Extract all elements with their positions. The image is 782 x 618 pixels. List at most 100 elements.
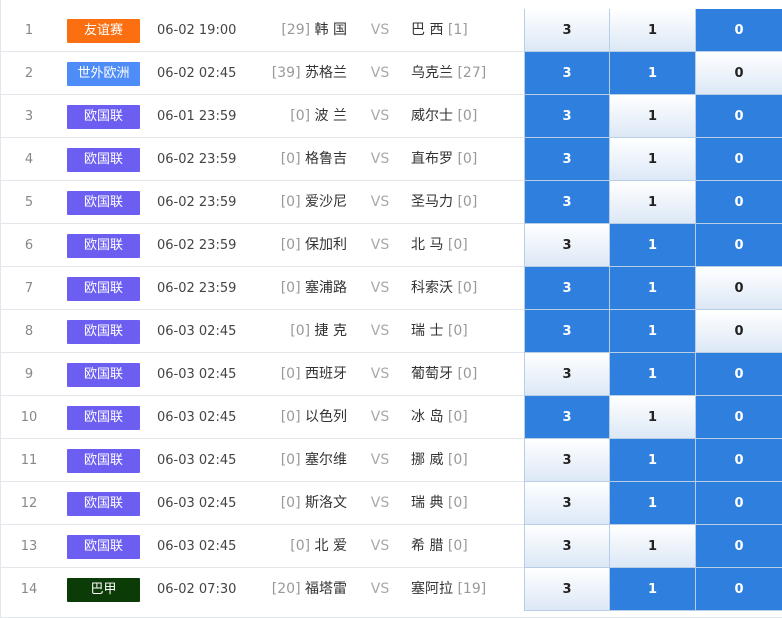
- away-team[interactable]: 北 马 [0]: [411, 224, 521, 267]
- away-team[interactable]: 圣马力 [0]: [411, 181, 521, 224]
- odds-draw-button[interactable]: 1: [610, 52, 696, 95]
- odds-win-button[interactable]: 3: [524, 310, 610, 353]
- odds-draw-button[interactable]: 1: [610, 568, 696, 611]
- match-number: 12: [20, 496, 38, 511]
- away-team[interactable]: 巴 西 [1]: [411, 9, 521, 52]
- odds-draw-button[interactable]: 1: [610, 525, 696, 568]
- home-team[interactable]: [0] 以色列: [251, 396, 347, 439]
- match-number: 8: [24, 324, 34, 339]
- odds-win-button[interactable]: 3: [524, 439, 610, 482]
- home-team[interactable]: [0] 波 兰: [251, 95, 347, 138]
- league-badge[interactable]: 欧国联: [67, 492, 140, 516]
- league-badge[interactable]: 友谊赛: [67, 19, 140, 43]
- odds-draw-button[interactable]: 1: [610, 310, 696, 353]
- home-team-name: 塞尔维: [305, 452, 347, 468]
- odds-win-button[interactable]: 3: [524, 52, 610, 95]
- odds-loss-button[interactable]: 0: [696, 482, 782, 525]
- away-team[interactable]: 直布罗 [0]: [411, 138, 521, 181]
- odds-win-button[interactable]: 3: [524, 95, 610, 138]
- odds-win-button[interactable]: 3: [524, 181, 610, 224]
- odds-draw-button[interactable]: 1: [610, 353, 696, 396]
- odds-draw-button[interactable]: 1: [610, 267, 696, 310]
- home-team[interactable]: [0] 斯洛文: [251, 482, 347, 525]
- match-time: 06-02 02:45: [157, 66, 237, 81]
- home-team[interactable]: [0] 塞尔维: [251, 439, 347, 482]
- home-team-name: 韩 国: [314, 22, 347, 38]
- home-team[interactable]: [0] 保加利: [251, 224, 347, 267]
- away-team[interactable]: 挪 威 [0]: [411, 439, 521, 482]
- odds-loss-button[interactable]: 0: [696, 95, 782, 138]
- odds-draw-button[interactable]: 1: [610, 482, 696, 525]
- odds-draw-button[interactable]: 1: [610, 439, 696, 482]
- away-team-name: 威尔士: [411, 108, 453, 124]
- odds-win-button[interactable]: 3: [524, 267, 610, 310]
- odds-draw-button[interactable]: 1: [610, 396, 696, 439]
- league-badge[interactable]: 世外欧洲: [67, 62, 140, 86]
- home-team[interactable]: [0] 北 爱: [251, 525, 347, 568]
- odds-win-button[interactable]: 3: [524, 9, 610, 52]
- league-badge[interactable]: 巴甲: [67, 578, 140, 602]
- odds-win-button[interactable]: 3: [524, 138, 610, 181]
- odds-loss-button[interactable]: 0: [696, 9, 782, 52]
- odds-loss-button[interactable]: 0: [696, 396, 782, 439]
- away-team[interactable]: 威尔士 [0]: [411, 95, 521, 138]
- odds-draw-button[interactable]: 1: [610, 224, 696, 267]
- odds-loss-button[interactable]: 0: [696, 224, 782, 267]
- home-rank: [0]: [280, 280, 301, 296]
- away-team[interactable]: 冰 岛 [0]: [411, 396, 521, 439]
- home-team[interactable]: [0] 捷 克: [251, 310, 347, 353]
- away-team[interactable]: 希 腊 [0]: [411, 525, 521, 568]
- match-number: 10: [20, 410, 38, 425]
- away-rank: [0]: [447, 409, 468, 425]
- odds-loss-button[interactable]: 0: [696, 439, 782, 482]
- league-badge[interactable]: 欧国联: [67, 535, 140, 559]
- league-badge[interactable]: 欧国联: [67, 191, 140, 215]
- odds-win-button[interactable]: 3: [524, 396, 610, 439]
- odds-win-button[interactable]: 3: [524, 568, 610, 611]
- away-team-name: 挪 威: [411, 452, 444, 468]
- home-team[interactable]: [0] 西班牙: [251, 353, 347, 396]
- away-team[interactable]: 葡萄牙 [0]: [411, 353, 521, 396]
- away-team[interactable]: 瑞 士 [0]: [411, 310, 521, 353]
- away-team-name: 塞阿拉: [411, 581, 453, 597]
- odds-loss-button[interactable]: 0: [696, 52, 782, 95]
- odds-loss-button[interactable]: 0: [696, 181, 782, 224]
- league-badge[interactable]: 欧国联: [67, 406, 140, 430]
- home-team[interactable]: [20] 福塔雷: [251, 568, 347, 611]
- odds-win-button[interactable]: 3: [524, 482, 610, 525]
- home-team[interactable]: [39] 苏格兰: [251, 52, 347, 95]
- odds-loss-button[interactable]: 0: [696, 138, 782, 181]
- league-badge[interactable]: 欧国联: [67, 363, 140, 387]
- odds-win-button[interactable]: 3: [524, 224, 610, 267]
- odds-draw-button[interactable]: 1: [610, 95, 696, 138]
- odds-draw-button[interactable]: 1: [610, 181, 696, 224]
- away-rank: [0]: [457, 108, 478, 124]
- league-badge[interactable]: 欧国联: [67, 148, 140, 172]
- league-badge[interactable]: 欧国联: [67, 105, 140, 129]
- away-rank: [27]: [457, 65, 487, 81]
- home-team[interactable]: [29] 韩 国: [251, 9, 347, 52]
- vs-label: VS: [370, 108, 390, 124]
- vs-label: VS: [370, 237, 390, 253]
- odds-loss-button[interactable]: 0: [696, 568, 782, 611]
- home-team[interactable]: [0] 格鲁吉: [251, 138, 347, 181]
- league-badge[interactable]: 欧国联: [67, 234, 140, 258]
- odds-draw-button[interactable]: 1: [610, 138, 696, 181]
- away-team[interactable]: 瑞 典 [0]: [411, 482, 521, 525]
- home-team[interactable]: [0] 爱沙尼: [251, 181, 347, 224]
- odds-win-button[interactable]: 3: [524, 353, 610, 396]
- odds-loss-button[interactable]: 0: [696, 525, 782, 568]
- match-table: 1 友谊赛 06-02 19:00 [29] 韩 国 VS 巴 西 [1] 3 1 0 2 世外欧洲…: [0, 0, 782, 618]
- away-team[interactable]: 乌克兰 [27]: [411, 52, 521, 95]
- away-team[interactable]: 科索沃 [0]: [411, 267, 521, 310]
- home-team[interactable]: [0] 塞浦路: [251, 267, 347, 310]
- away-team[interactable]: 塞阿拉 [19]: [411, 568, 521, 611]
- odds-loss-button[interactable]: 0: [696, 353, 782, 396]
- odds-loss-button[interactable]: 0: [696, 310, 782, 353]
- league-badge[interactable]: 欧国联: [67, 449, 140, 473]
- odds-win-button[interactable]: 3: [524, 525, 610, 568]
- league-badge[interactable]: 欧国联: [67, 277, 140, 301]
- league-badge[interactable]: 欧国联: [67, 320, 140, 344]
- odds-loss-button[interactable]: 0: [696, 267, 782, 310]
- odds-draw-button[interactable]: 1: [610, 9, 696, 52]
